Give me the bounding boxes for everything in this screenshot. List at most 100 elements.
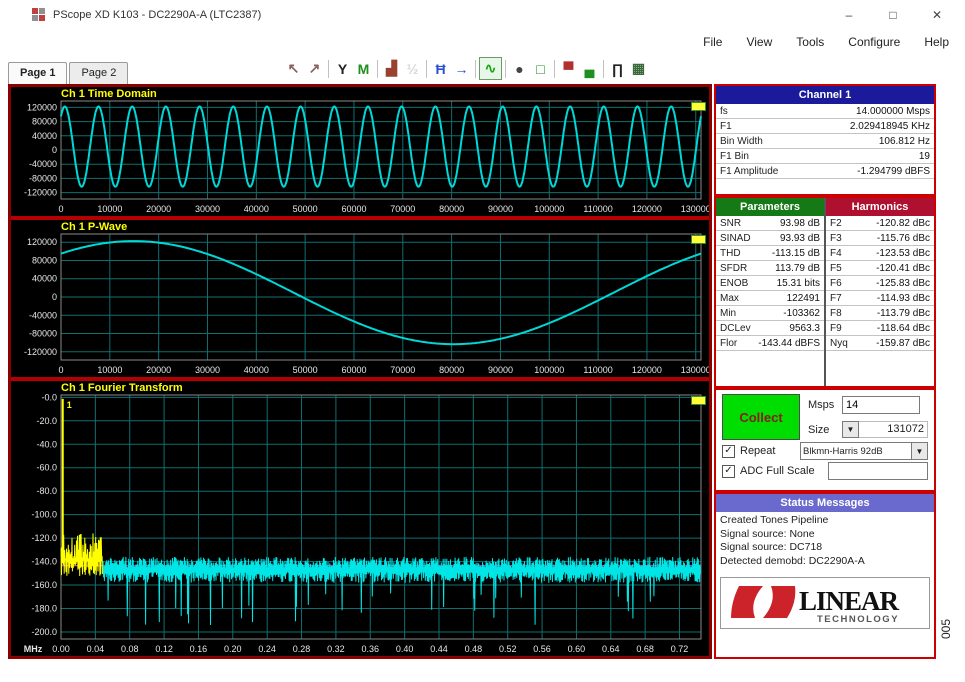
svg-text:10000: 10000 (97, 365, 122, 375)
svg-text:0.64: 0.64 (602, 644, 620, 654)
menu-file[interactable]: File (703, 35, 722, 49)
svg-text:-200.0: -200.0 (31, 627, 57, 637)
adc-full-scale-checkbox[interactable]: ✓ (722, 464, 735, 478)
svg-text:-140.0: -140.0 (31, 557, 57, 567)
svg-text:0.60: 0.60 (568, 644, 586, 654)
svg-text:0.48: 0.48 (465, 644, 483, 654)
window-select-icon[interactable]: □ (530, 58, 551, 79)
minimize-button[interactable]: – (827, 2, 871, 28)
toolbar-divider (505, 59, 506, 78)
zoom-arrow-icon[interactable]: ↗ (304, 58, 325, 79)
svg-text:LINEAR: LINEAR (799, 586, 900, 616)
msps-input[interactable] (842, 396, 920, 414)
svg-text:110000: 110000 (583, 204, 612, 214)
svg-text:-180.0: -180.0 (31, 604, 57, 614)
svg-text:0.28: 0.28 (293, 644, 311, 654)
filter-y-icon[interactable]: Y (332, 58, 353, 79)
time-domain-plot[interactable]: 12000080000400000-40000-80000-1200000 100… (11, 100, 709, 216)
svg-text:80000: 80000 (439, 204, 464, 214)
collect-button[interactable]: Collect (722, 394, 800, 440)
svg-text:0.52: 0.52 (499, 644, 517, 654)
window-function-dropdown[interactable]: Blkmn-Harris 92dB ▼ (800, 442, 928, 460)
size-combo[interactable]: ▼ 131072 (842, 421, 928, 438)
svg-text:-120000: -120000 (24, 188, 57, 198)
capture-compare-icon[interactable]: ▀ (558, 58, 579, 79)
toolbar-divider (377, 59, 378, 78)
harmonic-row: F3 -115.76 dBc (826, 231, 934, 246)
adc-full-scale-input[interactable] (828, 462, 928, 480)
svg-text:70000: 70000 (390, 204, 415, 214)
svg-text:0.04: 0.04 (87, 644, 105, 654)
svg-text:0.32: 0.32 (327, 644, 345, 654)
maximize-button[interactable]: □ (871, 2, 915, 28)
svg-text:80000: 80000 (32, 255, 57, 265)
svg-text:50000: 50000 (293, 365, 318, 375)
p-wave-title: Ch 1 P-Wave (61, 221, 128, 233)
menu-view[interactable]: View (746, 35, 772, 49)
svg-text:-120.0: -120.0 (31, 533, 57, 543)
harmonic-row: F7 -114.93 dBc (826, 291, 934, 306)
svg-text:0.20: 0.20 (224, 644, 242, 654)
svg-text:0.72: 0.72 (671, 644, 689, 654)
max-avg-icon[interactable]: Ħ (430, 58, 451, 79)
quantize-icon[interactable]: ½ (402, 58, 423, 79)
histogram-icon[interactable]: ▟ (381, 58, 402, 79)
logo-graphic: LINEAR TECHNOLOGY (731, 585, 901, 625)
svg-text:0: 0 (52, 145, 57, 155)
parameters-harmonics-panel: Parameters SNR 93.98 dB SINAD 93.93 dB THD -1… (714, 196, 936, 388)
phase-icon[interactable]: ● (509, 58, 530, 79)
parameter-row: Flor -143.44 dBFS (716, 336, 824, 351)
size-value: 131072 (859, 421, 928, 438)
waveform-icon[interactable]: M (353, 58, 374, 79)
run-avg-icon[interactable]: → (451, 58, 472, 79)
channel-row: Bin Width 106.812 Hz (716, 134, 934, 149)
size-dropdown-icon[interactable]: ▼ (842, 421, 859, 438)
svg-text:120000: 120000 (27, 237, 57, 247)
status-header: Status Messages (716, 494, 934, 512)
svg-text:-20.0: -20.0 (36, 416, 57, 426)
svg-text:-0.0: -0.0 (41, 394, 57, 402)
svg-text:130000: 130000 (681, 204, 709, 214)
p-wave-plot[interactable]: 12000080000400000-40000-80000-1200000 100… (11, 233, 709, 377)
status-line: Signal source: None (720, 527, 815, 540)
trace-enable-indicator[interactable] (691, 235, 706, 244)
status-messages: Created Tones Pipeline Signal source: Non… (716, 512, 934, 571)
window-dropdown-icon[interactable]: ▼ (911, 443, 927, 459)
menu-tools[interactable]: Tools (796, 35, 824, 49)
parameter-row: DCLev 9563.3 (716, 321, 824, 336)
msps-label: Msps (808, 399, 835, 411)
svg-text:-40000: -40000 (29, 310, 57, 320)
svg-text:40000: 40000 (32, 274, 57, 284)
tone-analysis-icon[interactable]: ∿ (479, 57, 502, 80)
trace-enable-indicator[interactable] (691, 102, 706, 111)
menu-help[interactable]: Help (924, 35, 949, 49)
channel-row: F1 Bin 19 (716, 149, 934, 164)
fourier-plot[interactable]: -0.0 -20.0 -40.0 -60.0 -80.0 -100.0 -120.0 -140… (11, 394, 709, 656)
harmonic-row: F6 -125.83 dBc (826, 276, 934, 291)
svg-text:-160.0: -160.0 (31, 580, 57, 590)
channel-row: F1 2.029418945 KHz (716, 119, 934, 134)
tab-page-1[interactable]: Page 1 (8, 62, 68, 84)
svg-text:0.00: 0.00 (52, 644, 70, 654)
menu-configure[interactable]: Configure (848, 35, 900, 49)
pulse-icon[interactable]: ∏ (607, 58, 628, 79)
svg-text:70000: 70000 (390, 365, 415, 375)
svg-text:40000: 40000 (32, 131, 57, 141)
export-compare-icon[interactable]: ▄ (579, 58, 600, 79)
repeat-checkbox[interactable]: ✓ (722, 444, 735, 458)
tab-page-2[interactable]: Page 2 (69, 62, 129, 84)
screenshot-icon[interactable]: ▦ (628, 58, 649, 79)
close-button[interactable]: ✕ (915, 2, 959, 28)
svg-text:0.12: 0.12 (155, 644, 173, 654)
channel-row: F1 Amplitude -1.294799 dBFS (716, 164, 934, 179)
parameter-row: Max 122491 (716, 291, 824, 306)
svg-text:0: 0 (58, 365, 63, 375)
time-domain-title: Ch 1 Time Domain (61, 88, 157, 100)
svg-text:0.36: 0.36 (361, 644, 379, 654)
trace-enable-indicator[interactable] (691, 396, 706, 405)
zoom-arrows-icon[interactable]: ↖ (283, 58, 304, 79)
figure-number: 005 (939, 618, 954, 640)
toolbar: ↖ ↗ Y M ▟ ½ Ħ → ∿ ● □ ▀ ▄ ∏ ▦ (283, 57, 649, 80)
status-line: Created Tones Pipeline (720, 514, 829, 526)
collect-panel: Collect Msps Size ▼ 131072 (714, 388, 936, 492)
